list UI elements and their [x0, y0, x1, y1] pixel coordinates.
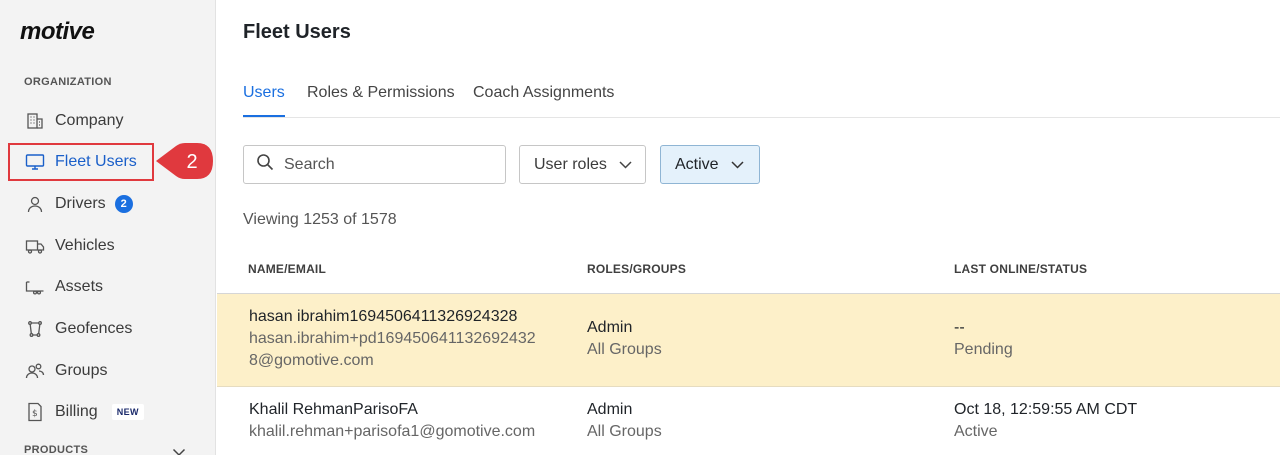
sidebar-item-label: Company — [55, 112, 124, 129]
callout-number: 2 — [186, 151, 197, 173]
sidebar: motive ORGANIZATION Company Fleet Users … — [0, 0, 216, 455]
trailer-icon — [24, 276, 46, 298]
chevron-down-icon — [731, 156, 744, 174]
tab-roles-permissions[interactable]: Roles & Permissions — [307, 84, 455, 102]
user-roles-dropdown[interactable]: User roles — [519, 145, 646, 184]
active-tab-indicator — [243, 115, 285, 117]
column-header-last-online-status[interactable]: LAST ONLINE/STATUS — [954, 262, 1087, 276]
sidebar-item-label: Billing — [55, 403, 98, 420]
step-callout: 2 — [154, 140, 216, 182]
column-header-roles-groups[interactable]: ROLES/GROUPS — [587, 262, 686, 276]
roles-groups-cell: Admin All Groups — [587, 317, 662, 361]
last-online-status-cell: Oct 18, 12:59:55 AM CDT Active — [954, 399, 1137, 443]
sidebar-item-company[interactable]: Company — [8, 102, 208, 140]
new-badge: NEW — [111, 404, 144, 420]
status-filter-dropdown[interactable]: Active — [660, 145, 760, 184]
name-email-cell: hasan ibrahim1694506411326924328 hasan.i… — [249, 306, 536, 372]
sidebar-item-billing[interactable]: $ Billing NEW — [8, 393, 208, 431]
user-role: Admin — [587, 319, 633, 336]
chevron-down-icon — [619, 156, 632, 174]
table-row[interactable]: Khalil RehmanParisoFA khalil.rehman+pari… — [217, 388, 1280, 455]
roles-groups-cell: Admin All Groups — [587, 399, 662, 443]
search-input[interactable] — [284, 155, 484, 174]
truck-icon — [24, 235, 46, 257]
sidebar-item-geofences[interactable]: Geofences — [8, 310, 208, 348]
column-header-name-email[interactable]: NAME/EMAIL — [248, 262, 326, 276]
name-email-cell: Khalil RehmanParisoFA khalil.rehman+pari… — [249, 399, 535, 443]
drivers-count-badge: 2 — [114, 195, 133, 213]
organization-section-label: ORGANIZATION — [24, 76, 112, 88]
results-count: Viewing 1253 of 1578 — [243, 211, 397, 228]
tab-bar: Users Roles & Permissions Coach Assignme… — [243, 80, 1280, 118]
user-roles-label: User roles — [534, 155, 607, 173]
user-status: Active — [954, 423, 998, 440]
sidebar-item-label: Groups — [55, 362, 108, 379]
table-row[interactable]: hasan ibrahim1694506411326924328 hasan.i… — [217, 294, 1280, 387]
billing-icon: $ — [24, 401, 46, 423]
sidebar-item-vehicles[interactable]: Vehicles — [8, 227, 208, 265]
user-name[interactable]: Khalil RehmanParisoFA — [249, 399, 535, 421]
last-online: -- — [954, 319, 965, 336]
sidebar-item-label: Assets — [55, 278, 104, 295]
building-icon — [24, 110, 46, 132]
user-email-line: khalil.rehman+parisofa1@gomotive.com — [249, 423, 536, 440]
tab-coach-assignments[interactable]: Coach Assignments — [473, 84, 614, 102]
status-filter-label: Active — [675, 155, 719, 173]
user-role: Admin — [587, 401, 633, 418]
groups-icon — [24, 360, 46, 382]
svg-text:$: $ — [32, 409, 38, 419]
user-name[interactable]: hasan ibrahim1694506411326924328 — [249, 306, 536, 328]
user-groups: All Groups — [587, 423, 662, 440]
user-email-line: 8@gomotive.com — [249, 352, 374, 369]
user-status: Pending — [954, 341, 1013, 358]
sidebar-item-groups[interactable]: Groups — [8, 352, 208, 390]
geofence-icon — [24, 318, 46, 340]
person-icon — [24, 193, 46, 215]
main-content: Fleet Users Users Roles & Permissions Co… — [217, 0, 1280, 455]
sidebar-item-label: Drivers — [55, 195, 106, 212]
sidebar-item-label: Fleet Users — [55, 153, 137, 170]
last-online-status-cell: -- Pending — [954, 317, 1013, 361]
user-email-line: hasan.ibrahim+pd169450641132692432 — [249, 330, 536, 347]
last-online: Oct 18, 12:59:55 AM CDT — [954, 401, 1138, 418]
tab-users[interactable]: Users — [243, 84, 285, 102]
search-box[interactable] — [243, 145, 506, 184]
sidebar-item-label: Geofences — [55, 320, 133, 337]
chevron-down-icon[interactable] — [172, 444, 186, 455]
user-groups: All Groups — [587, 341, 662, 358]
sidebar-item-fleet-users[interactable]: Fleet Users — [8, 143, 154, 181]
products-section-label: PRODUCTS — [24, 444, 89, 455]
sidebar-item-assets[interactable]: Assets — [8, 268, 208, 306]
page-title: Fleet Users — [243, 21, 351, 43]
motive-logo[interactable]: motive — [20, 18, 95, 46]
sidebar-item-label: Vehicles — [55, 237, 115, 254]
search-icon — [256, 153, 274, 176]
monitor-icon — [24, 151, 46, 173]
sidebar-item-drivers[interactable]: Drivers 2 — [8, 185, 208, 223]
